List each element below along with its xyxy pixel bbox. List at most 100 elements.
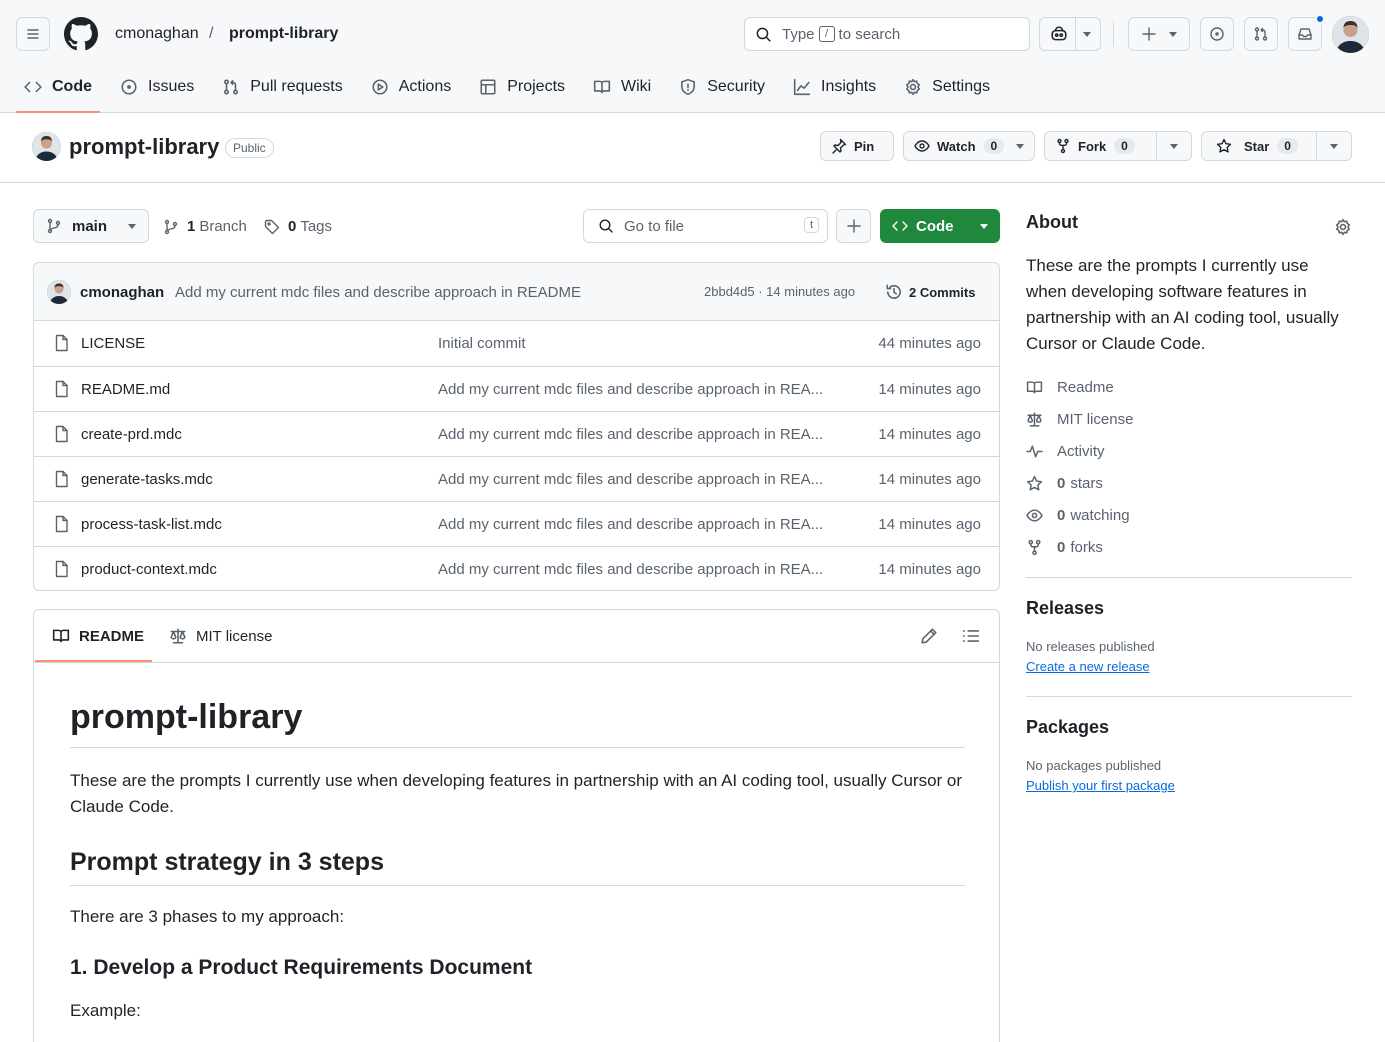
create-new-button[interactable] (1128, 17, 1190, 51)
file-commit-message[interactable]: Add my current mdc files and describe ap… (438, 516, 848, 533)
commit-hash-time[interactable]: 2bbd4d5 · 14 minutes ago (704, 284, 855, 299)
tab-settings[interactable]: Settings (896, 70, 998, 104)
tab-projects[interactable]: Projects (471, 70, 573, 104)
file-row[interactable]: README.md Add my current mdc files and d… (34, 366, 999, 411)
issues-button[interactable] (1200, 17, 1234, 51)
tab-insights[interactable]: Insights (785, 70, 884, 104)
repo-name[interactable]: prompt-library (69, 134, 219, 160)
search-icon (599, 219, 613, 233)
readme-content: prompt-library These are the prompts I c… (70, 698, 965, 1042)
activity-link[interactable]: Activity (1026, 435, 1352, 467)
tags-link[interactable]: 0 Tags (264, 218, 332, 235)
tab-pull-requests[interactable]: Pull requests (214, 70, 351, 104)
commits-history-link[interactable]: 2 Commits (885, 283, 975, 301)
file-name[interactable]: create-prd.mdc (81, 426, 182, 443)
forks-count: 0 (1057, 538, 1066, 556)
code-dropdown-button[interactable]: Code (880, 209, 1000, 243)
file-row[interactable]: generate-tasks.mdc Add my current mdc fi… (34, 456, 999, 501)
branch-selector[interactable]: main (33, 209, 149, 243)
fork-segment[interactable]: Fork 0 (1045, 132, 1156, 160)
file-row[interactable]: LICENSE Initial commit 44 minutes ago (34, 321, 999, 366)
file-name[interactable]: product-context.mdc (81, 561, 217, 578)
star-icon (1026, 475, 1043, 491)
pulse-icon (1026, 444, 1043, 458)
tab-wiki[interactable]: Wiki (585, 70, 659, 104)
pull-requests-button[interactable] (1244, 17, 1278, 51)
commit-author[interactable]: cmonaghan (80, 284, 164, 301)
file-commit-message[interactable]: Add my current mdc files and describe ap… (438, 381, 848, 398)
breadcrumb-repo[interactable]: prompt-library (229, 25, 338, 43)
file-row[interactable]: process-task-list.mdc Add my current mdc… (34, 501, 999, 546)
gear-icon[interactable] (1334, 218, 1352, 236)
stars-link[interactable]: 0 stars (1026, 467, 1352, 499)
create-release-link[interactable]: Create a new release (1026, 659, 1150, 674)
about-links: Readme MIT license Activity 0 stars 0 wa… (1026, 371, 1352, 563)
publish-package-link[interactable]: Publish your first package (1026, 778, 1175, 793)
file-commit-message[interactable]: Initial commit (438, 335, 848, 352)
notification-dot (1315, 14, 1325, 24)
license-link[interactable]: MIT license (1026, 403, 1352, 435)
eye-icon (914, 140, 930, 152)
readme-link[interactable]: Readme (1026, 371, 1352, 403)
github-logo-icon[interactable] (64, 17, 98, 51)
star-button[interactable]: Star 0 (1201, 131, 1352, 161)
file-name[interactable]: README.md (81, 381, 170, 398)
file-name[interactable]: process-task-list.mdc (81, 516, 222, 533)
edit-readme-button[interactable] (920, 627, 938, 645)
graph-icon (793, 78, 811, 96)
watch-segment[interactable]: Watch 0 (904, 132, 1032, 160)
fork-button[interactable]: Fork 0 (1044, 131, 1192, 161)
avatar-image-icon (1332, 16, 1369, 53)
fork-dropdown[interactable] (1156, 132, 1191, 160)
copilot-icon (1050, 26, 1067, 41)
readme-tab[interactable]: README (52, 627, 144, 645)
active-tab-indicator (35, 660, 152, 662)
readme-paragraph: There are 3 phases to my approach: (70, 907, 345, 926)
user-avatar[interactable] (1332, 16, 1369, 53)
file-row[interactable]: create-prd.mdc Add my current mdc files … (34, 411, 999, 456)
license-tab[interactable]: MIT license (169, 627, 272, 645)
star-dropdown[interactable] (1316, 132, 1351, 160)
file-name[interactable]: generate-tasks.mdc (81, 471, 213, 488)
pin-button[interactable]: Pin (820, 131, 894, 161)
search-icon (756, 27, 771, 42)
file-name[interactable]: LICENSE (81, 335, 145, 352)
owner-avatar[interactable] (32, 132, 61, 161)
shield-icon (681, 78, 696, 96)
branches-link[interactable]: 1 Branch (163, 218, 247, 235)
readme-intro: These are the prompts I currently use wh… (70, 771, 963, 816)
tab-label: Insights (821, 78, 877, 95)
about-title: About (1026, 212, 1078, 232)
menu-button[interactable] (16, 17, 50, 51)
add-file-button[interactable] (836, 209, 871, 243)
file-row[interactable]: product-context.mdc Add my current mdc f… (34, 546, 999, 590)
watch-button[interactable]: Watch 0 (903, 131, 1035, 161)
watching-link[interactable]: 0 watching (1026, 499, 1352, 531)
forks-label: forks (1070, 538, 1103, 556)
go-to-file-input[interactable]: Go to file t (583, 209, 828, 243)
file-commit-message[interactable]: Add my current mdc files and describe ap… (438, 426, 848, 443)
commit-message[interactable]: Add my current mdc files and describe ap… (175, 284, 581, 301)
commit-author-avatar[interactable] (47, 280, 71, 304)
file-age: 14 minutes ago (878, 561, 981, 578)
star-segment[interactable]: Star 0 (1202, 132, 1316, 160)
pin-segment[interactable]: Pin (821, 132, 884, 160)
tab-security[interactable]: Security (671, 70, 773, 104)
file-commit-message[interactable]: Add my current mdc files and describe ap… (438, 471, 848, 488)
file-age: 14 minutes ago (878, 426, 981, 443)
code-icon (892, 221, 908, 231)
forks-link[interactable]: 0 forks (1026, 531, 1352, 563)
tab-label: Actions (398, 78, 452, 95)
packages-title[interactable]: Packages (1026, 717, 1352, 738)
copilot-button[interactable] (1039, 17, 1101, 51)
global-search-input[interactable]: Type / to search (744, 17, 1030, 51)
file-commit-message[interactable]: Add my current mdc files and describe ap… (438, 561, 848, 578)
file-icon (55, 380, 68, 398)
fork-count: 0 (1114, 138, 1135, 154)
tab-issues[interactable]: Issues (112, 70, 202, 104)
releases-title[interactable]: Releases (1026, 598, 1352, 619)
breadcrumb-owner[interactable]: cmonaghan (115, 25, 199, 43)
tab-actions[interactable]: Actions (363, 70, 459, 104)
outline-button[interactable] (962, 627, 980, 645)
tab-code[interactable]: Code (16, 70, 100, 113)
